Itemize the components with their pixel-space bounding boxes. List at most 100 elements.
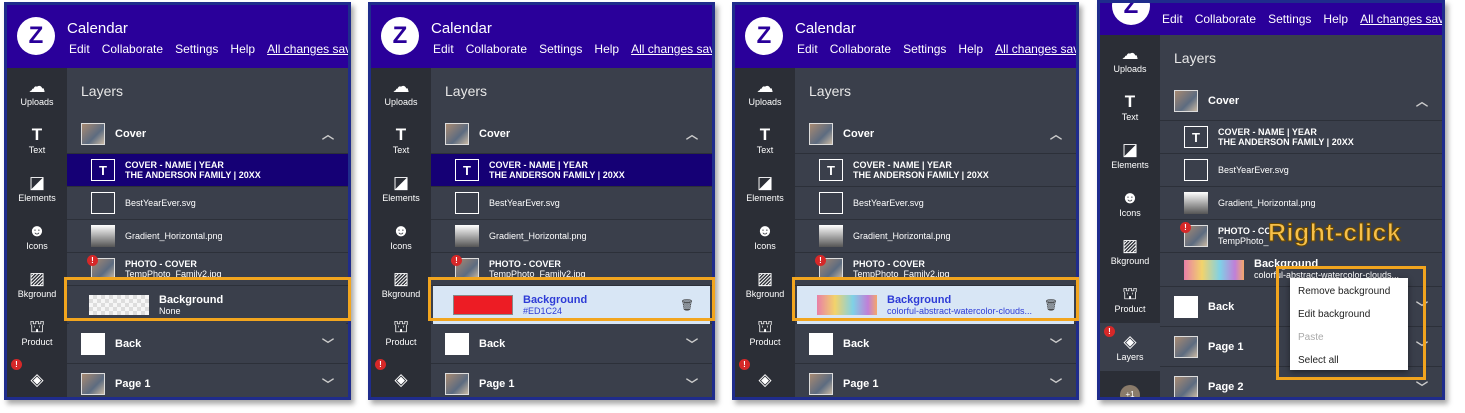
menu-edit[interactable]: Edit (433, 42, 454, 56)
layer-svg[interactable]: BestYearEver.svg (67, 187, 348, 220)
menu-help[interactable]: Help (1323, 12, 1348, 26)
app-header: Z Calendar Edit Collaborate Settings Hel… (7, 5, 348, 68)
layer-svg[interactable]: BestYearEver.svg (795, 187, 1076, 220)
save-status-link[interactable]: All changes sav (631, 42, 712, 56)
back-thumbnail (809, 332, 833, 355)
layer-gradient[interactable]: Gradient_Horizontal.png (795, 220, 1076, 253)
sidebar-elements[interactable]: ◪ Elements (735, 164, 795, 212)
sidebar-bkground[interactable]: ▨ Bkground (735, 260, 795, 308)
sidebar-uploads[interactable]: ☁ Uploads (371, 68, 431, 116)
menu-item-edit-background[interactable]: Edit background (1290, 303, 1408, 326)
text-layer-icon: T (1184, 126, 1208, 148)
layer-gradient[interactable]: Gradient_Horizontal.png (431, 220, 712, 253)
menu-settings[interactable]: Settings (175, 42, 218, 56)
chevron-up-icon[interactable]: ︿ (1416, 92, 1428, 109)
layer-group-page1[interactable]: Page 1 ﹀ (431, 364, 712, 397)
menu-collaborate[interactable]: Collaborate (1195, 12, 1256, 26)
sidebar-product[interactable]: ⛫ Product (7, 308, 67, 356)
sidebar-layers[interactable]: ◈! (735, 356, 795, 397)
menu-collaborate[interactable]: Collaborate (466, 42, 527, 56)
collaborator-avatar[interactable]: +1 (1100, 371, 1160, 397)
layer-svg[interactable]: BestYearEver.svg (1160, 154, 1442, 187)
save-status-link[interactable]: All changes saved (1360, 12, 1442, 26)
layer-group-back[interactable]: Back ﹀ (431, 324, 712, 364)
smiley-icon: ☻ (392, 221, 410, 240)
layer-group-cover[interactable]: Cover ︿ (1160, 81, 1442, 121)
menu-settings[interactable]: Settings (539, 42, 582, 56)
layer-group-page1[interactable]: Page 1 ﹀ (67, 364, 348, 397)
layers-heading: Layers (809, 83, 852, 99)
menu-collaborate[interactable]: Collaborate (102, 42, 163, 56)
text-icon: T (395, 125, 407, 144)
sidebar-elements[interactable]: ◪ Elements (371, 164, 431, 212)
layer-text-cover[interactable]: T COVER - NAME | YEAR THE ANDERSON FAMILY … (67, 154, 348, 187)
layer-text-cover[interactable]: T COVER - NAME | YEAR THE ANDERSON FAMILY … (431, 154, 712, 187)
layer-group-cover[interactable]: Cover ︿ (67, 114, 348, 154)
screenshot-panel-1: Z Calendar Edit Collaborate Settings Hel… (4, 2, 351, 400)
sidebar-icons[interactable]: ☻ Icons (371, 212, 431, 260)
menu-settings[interactable]: Settings (1268, 12, 1311, 26)
sidebar-text[interactable]: T Text (1100, 83, 1160, 131)
layer-group-back[interactable]: Back ﹀ (795, 324, 1076, 364)
chevron-up-icon[interactable]: ︿ (686, 125, 698, 142)
save-status-link[interactable]: All changes sav (267, 42, 348, 56)
sidebar-icons[interactable]: ☻ Icons (7, 212, 67, 260)
menu-help[interactable]: Help (958, 42, 983, 56)
sidebar-uploads[interactable]: ☁ Uploads (735, 68, 795, 116)
sidebar-uploads[interactable]: ☁ Uploads (7, 68, 67, 116)
layer-group-cover[interactable]: Cover ︿ (431, 114, 712, 154)
menu-help[interactable]: Help (230, 42, 255, 56)
sidebar-product[interactable]: ⛫ Product (735, 308, 795, 356)
menu-collaborate[interactable]: Collaborate (830, 42, 891, 56)
save-status-link[interactable]: All changes sav (995, 42, 1076, 56)
sidebar-text[interactable]: T Text (371, 116, 431, 164)
zazzle-logo[interactable]: Z (381, 17, 419, 55)
cloud-upload-icon: ☁ (392, 77, 410, 96)
chevron-up-icon[interactable]: ︿ (322, 125, 334, 142)
sidebar-layers[interactable]: ◈! (7, 356, 67, 397)
sidebar-text[interactable]: T Text (7, 116, 67, 164)
sidebar-uploads[interactable]: ☁ Uploads (1100, 35, 1160, 83)
chevron-down-icon[interactable]: ﹀ (1050, 335, 1062, 352)
chevron-down-icon[interactable]: ﹀ (686, 375, 698, 392)
sidebar-elements[interactable]: ◪ Elements (7, 164, 67, 212)
menu-edit[interactable]: Edit (69, 42, 90, 56)
layer-gradient[interactable]: Gradient_Horizontal.png (67, 220, 348, 253)
sidebar-layers[interactable]: ◈ Layers! (1100, 323, 1160, 371)
chevron-down-icon[interactable]: ﹀ (686, 335, 698, 352)
sidebar-icons[interactable]: ☻ Icons (1100, 179, 1160, 227)
gradient-thumbnail (1184, 192, 1208, 214)
zazzle-logo[interactable]: Z (1112, 3, 1150, 25)
menu-settings[interactable]: Settings (903, 42, 946, 56)
page1-thumbnail (81, 372, 105, 395)
layer-gradient[interactable]: Gradient_Horizontal.png (1160, 187, 1442, 220)
menu-edit[interactable]: Edit (797, 42, 818, 56)
sidebar-bkground[interactable]: ▨ Bkground (1100, 227, 1160, 275)
chevron-down-icon[interactable]: ﹀ (1416, 378, 1428, 395)
sidebar-elements[interactable]: ◪ Elements (1100, 131, 1160, 179)
menu-help[interactable]: Help (594, 42, 619, 56)
sidebar-product[interactable]: ⛫ Product (1100, 275, 1160, 323)
sidebar-icons[interactable]: ☻ Icons (735, 212, 795, 260)
sidebar-product[interactable]: ⛫ Product (371, 308, 431, 356)
layer-group-cover[interactable]: Cover ︿ (795, 114, 1076, 154)
menu-item-select-all[interactable]: Select all (1290, 349, 1408, 372)
layer-text-cover[interactable]: T COVER - NAME | YEAR THE ANDERSON FAMILY … (795, 154, 1076, 187)
menu-edit[interactable]: Edit (1162, 12, 1183, 26)
sidebar-bkground[interactable]: ▨ Bkground (7, 260, 67, 308)
sidebar-text[interactable]: T Text (735, 116, 795, 164)
layer-group-page1[interactable]: Page 1 ﹀ (795, 364, 1076, 397)
chevron-down-icon[interactable]: ﹀ (1050, 375, 1062, 392)
chevron-up-icon[interactable]: ︿ (1050, 125, 1062, 142)
zazzle-logo[interactable]: Z (17, 17, 55, 55)
chevron-down-icon[interactable]: ﹀ (322, 335, 334, 352)
layer-group-back[interactable]: Back ﹀ (67, 324, 348, 364)
layers-icon: ◈ (1123, 332, 1137, 351)
sidebar-layers[interactable]: ◈! (371, 356, 431, 397)
layer-svg[interactable]: BestYearEver.svg (431, 187, 712, 220)
chevron-down-icon[interactable]: ﹀ (322, 375, 334, 392)
layer-text-cover[interactable]: T COVER - NAME | YEAR THE ANDERSON FAMILY … (1160, 121, 1442, 154)
sidebar-bkground[interactable]: ▨ Bkground (371, 260, 431, 308)
menu-item-remove-background[interactable]: Remove background (1290, 280, 1408, 303)
zazzle-logo[interactable]: Z (745, 17, 783, 55)
